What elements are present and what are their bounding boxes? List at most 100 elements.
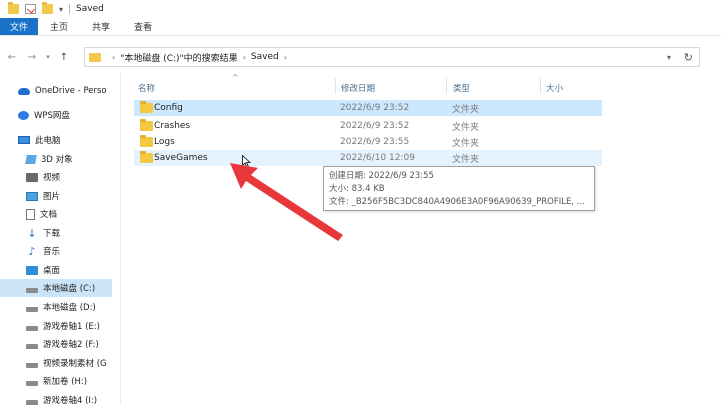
column-header-date[interactable]: 修改日期 (341, 80, 375, 96)
folder-icon (140, 135, 153, 147)
sidebar-item-label: 图片 (43, 192, 61, 202)
file-row-logs[interactable]: Logs 2022/6/9 23:55 文件夹 (134, 134, 602, 150)
folder-icon (89, 52, 101, 62)
file-type: 文件夹 (452, 154, 480, 165)
window-title: Saved (76, 4, 104, 14)
chevron-right-icon[interactable]: › (284, 53, 287, 62)
sidebar-item-desktop[interactable]: 桌面 (0, 261, 112, 279)
sidebar-item-label: 视频 (43, 173, 61, 183)
tooltip-created-date: 创建日期: 2022/6/9 23:55 (329, 171, 434, 181)
file-date: 2022/6/9 23:52 (340, 103, 410, 113)
properties-icon[interactable] (25, 4, 36, 14)
chevron-right-icon[interactable]: › (112, 53, 115, 62)
file-name: SaveGames (154, 153, 208, 163)
sidebar-item-drive-c[interactable]: 本地磁盘 (C:) (0, 279, 112, 297)
sidebar-item-this-pc[interactable]: 此电脑 (0, 131, 112, 149)
sidebar-item-drive-i[interactable]: 游戏卷轴4 (I:) (0, 391, 112, 405)
folder-icon[interactable] (42, 2, 53, 14)
cloud-icon (18, 87, 30, 95)
file-name: Crashes (154, 121, 191, 131)
sidebar-item-drive-g[interactable]: 视频录制素材 (G (0, 354, 112, 372)
sidebar-item-label: 音乐 (43, 247, 61, 257)
sidebar-item-3d-objects[interactable]: 3D 对象 (0, 150, 112, 168)
sidebar-item-label: 本地磁盘 (D:) (43, 303, 96, 313)
sidebar-item-videos[interactable]: 视频 (0, 168, 112, 186)
file-row-savegames[interactable]: SaveGames 2022/6/10 12:09 文件夹 (134, 150, 602, 166)
column-divider[interactable] (446, 78, 447, 94)
documents-icon (26, 208, 35, 220)
chevron-right-icon[interactable]: › (243, 53, 246, 62)
column-header-type[interactable]: 类型 (453, 80, 470, 96)
pictures-icon (26, 191, 38, 201)
column-divider[interactable] (335, 78, 336, 94)
sidebar-item-onedrive[interactable]: OneDrive - Perso (0, 82, 112, 100)
breadcrumb-search-results[interactable]: "本地磁盘 (C:)"中的搜索结果 (120, 51, 237, 64)
video-icon (26, 172, 38, 182)
refresh-icon[interactable]: ↻ (684, 51, 693, 64)
sidebar-item-wps[interactable]: WPS网盘 (0, 106, 112, 124)
sidebar-item-drive-e[interactable]: 游戏卷轴1 (E:) (0, 317, 112, 335)
sidebar-item-label: 下载 (43, 229, 61, 239)
tab-view[interactable]: 查看 (122, 18, 164, 35)
file-name: Config (154, 103, 183, 113)
tooltip-files: 文件: _B256F5BC3DC840A4906E3A0F96A90639_PR… (329, 197, 585, 207)
cube-icon (25, 154, 37, 164)
column-header-size[interactable]: 大小 (546, 80, 563, 96)
folder-icon (140, 119, 153, 131)
mouse-cursor-icon (242, 155, 251, 168)
folder-icon (8, 2, 19, 14)
column-divider[interactable] (540, 78, 541, 94)
file-date: 2022/6/9 23:55 (340, 137, 410, 147)
sidebar-item-drive-f[interactable]: 游戏卷轴2 (F:) (0, 335, 112, 353)
sidebar-item-pictures[interactable]: 图片 (0, 187, 112, 205)
file-type: 文件夹 (452, 138, 480, 149)
file-row-crashes[interactable]: Crashes 2022/6/9 23:52 文件夹 (134, 118, 602, 134)
file-type: 文件夹 (452, 104, 480, 115)
sidebar-item-music[interactable]: ♪ 音乐 (0, 242, 112, 260)
sidebar-item-label: OneDrive - Perso (35, 86, 107, 96)
tab-share[interactable]: 共享 (80, 18, 122, 35)
sidebar-item-label: 桌面 (43, 266, 61, 276)
drive-icon (26, 399, 38, 405)
title-bar: ▾ Saved (0, 0, 721, 18)
file-name: Logs (154, 137, 175, 147)
drive-icon (26, 380, 38, 386)
pane-splitter[interactable] (120, 72, 121, 405)
sidebar-item-label: 此电脑 (35, 136, 61, 146)
drive-icon (26, 287, 38, 293)
tab-home[interactable]: 主页 (38, 18, 80, 35)
column-header-name[interactable]: 名称 (138, 80, 155, 96)
file-row-config[interactable]: Config 2022/6/9 23:52 文件夹 (134, 100, 602, 116)
sidebar-item-label: 本地磁盘 (C:) (43, 284, 96, 294)
tab-file[interactable]: 文件 (0, 18, 39, 35)
folder-icon (140, 151, 153, 163)
sidebar-item-drive-d[interactable]: 本地磁盘 (D:) (0, 298, 112, 316)
folder-tooltip: 创建日期: 2022/6/9 23:55 大小: 83.4 KB 文件: _B2… (323, 166, 595, 211)
up-arrow-icon[interactable]: ↑ (56, 49, 72, 65)
forward-arrow-icon[interactable]: → (24, 49, 40, 65)
drive-icon (26, 343, 38, 349)
download-icon: ↓ (27, 226, 37, 240)
drive-icon (26, 306, 38, 312)
sidebar-item-drive-h[interactable]: 新加卷 (H:) (0, 372, 112, 390)
ribbon-tabs: 文件 主页 共享 查看 (0, 18, 721, 36)
recent-chevron-icon[interactable]: ▾ (44, 49, 52, 65)
pin-down-icon[interactable]: ▾ (59, 5, 63, 14)
title-separator (69, 4, 71, 14)
navigation-bar: ← → ▾ ↑ › "本地磁盘 (C:)"中的搜索结果 › Saved › ▾ … (0, 44, 721, 70)
back-arrow-icon[interactable]: ← (4, 49, 20, 65)
wps-cloud-icon (18, 110, 29, 120)
sidebar-item-label: WPS网盘 (34, 111, 70, 121)
sidebar-item-documents[interactable]: 文档 (0, 205, 112, 223)
sidebar-item-label: 新加卷 (H:) (43, 377, 88, 387)
chevron-down-icon[interactable]: ▾ (667, 53, 671, 62)
desktop-icon (26, 265, 38, 275)
sidebar-item-downloads[interactable]: ↓ 下载 (0, 224, 112, 242)
address-bar[interactable]: › "本地磁盘 (C:)"中的搜索结果 › Saved › ▾ ↻ (84, 47, 700, 67)
breadcrumb-saved[interactable]: Saved (251, 52, 279, 62)
file-type: 文件夹 (452, 122, 480, 133)
computer-icon (18, 136, 30, 144)
folder-icon (140, 101, 153, 113)
drive-icon (26, 362, 38, 368)
sort-ascending-icon: ^ (232, 73, 239, 82)
